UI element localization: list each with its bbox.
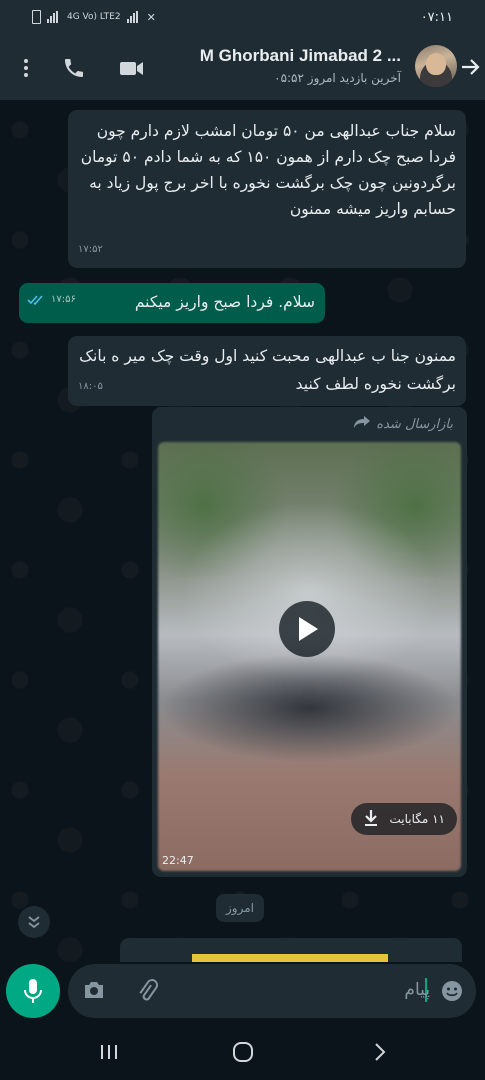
- signal-icon-2: [126, 11, 141, 23]
- camera-icon[interactable]: [82, 979, 106, 1005]
- message-text: سلام جناب عبدالهی من ۵۰ تومان امشب لازم …: [80, 122, 456, 218]
- download-icon: [363, 809, 379, 830]
- message-time: ۱۸:۰۵: [78, 381, 103, 392]
- message-text: سلام. فردا صبح واریز میکنم: [134, 293, 315, 311]
- video-call-icon[interactable]: [118, 56, 143, 80]
- network-label: 4G Vo) LTE2: [67, 12, 121, 22]
- play-button[interactable]: [279, 601, 335, 657]
- message-input[interactable]: پیام: [68, 964, 476, 1018]
- recent-apps-icon[interactable]: [95, 1038, 123, 1066]
- home-icon[interactable]: [229, 1038, 257, 1066]
- message-placeholder: پیام: [404, 980, 430, 1000]
- message-incoming-2[interactable]: ممنون جنا ب عبدالهی محبت کنید اول وقت چک…: [68, 336, 466, 406]
- status-bar: 4G Vo) LTE2 ✕ ۰۷:۱۱: [0, 0, 485, 36]
- message-outgoing-1[interactable]: سلام. فردا صبح واریز میکنم ۱۷:۵۶: [19, 283, 325, 323]
- video-time: 22:47: [162, 854, 194, 867]
- status-time: ۰۷:۱۱: [420, 10, 453, 25]
- message-incoming-1[interactable]: سلام جناب عبدالهی من ۵۰ تومان امشب لازم …: [68, 110, 466, 268]
- last-seen: آخرین بازدید امروز ۰۵:۵۲: [274, 71, 401, 85]
- mic-button[interactable]: [6, 964, 60, 1018]
- system-nav-bar: [0, 1024, 485, 1080]
- forward-icon: [353, 415, 371, 433]
- compose-bar: پیام: [0, 962, 485, 1024]
- message-time: ۱۷:۵۲: [78, 244, 103, 255]
- emoji-icon[interactable]: [440, 979, 464, 1007]
- double-chevron-down-icon: [28, 916, 40, 929]
- forwarded-label-text: بازارسال شده: [376, 416, 453, 432]
- back-nav-icon[interactable]: [366, 1038, 394, 1066]
- signal-icon: [47, 11, 61, 23]
- contact-name[interactable]: M Ghorbani Jimabad 2 ...: [200, 46, 401, 66]
- battery-icon: [32, 10, 41, 24]
- forwarded-video-message[interactable]: بازارسال شده ۱۱ مگابایت 22:47: [152, 407, 467, 877]
- forwarded-label: بازارسال شده: [353, 415, 453, 433]
- play-icon: [299, 617, 318, 641]
- read-receipt-icon: [27, 288, 47, 314]
- download-button[interactable]: ۱۱ مگابایت: [351, 803, 457, 835]
- download-size: ۱۱ مگابایت: [389, 812, 445, 826]
- scroll-down-button[interactable]: [18, 906, 50, 938]
- status-icons: 4G Vo) LTE2 ✕: [32, 10, 156, 24]
- attach-icon[interactable]: [134, 978, 160, 1008]
- avatar[interactable]: [415, 45, 457, 87]
- more-options-icon[interactable]: [14, 56, 38, 80]
- mute-icon: ✕: [146, 10, 156, 24]
- chat-header: M Ghorbani Jimabad 2 ... آخرین بازدید ام…: [0, 36, 485, 100]
- mic-icon: [24, 979, 42, 1003]
- message-time: ۱۷:۵۶: [51, 294, 76, 305]
- voice-call-icon[interactable]: [62, 56, 86, 80]
- date-separator: امروز: [216, 894, 264, 922]
- back-arrow-icon[interactable]: [459, 56, 481, 78]
- message-text: ممنون جنا ب عبدالهی محبت کنید اول وقت چک…: [79, 347, 456, 393]
